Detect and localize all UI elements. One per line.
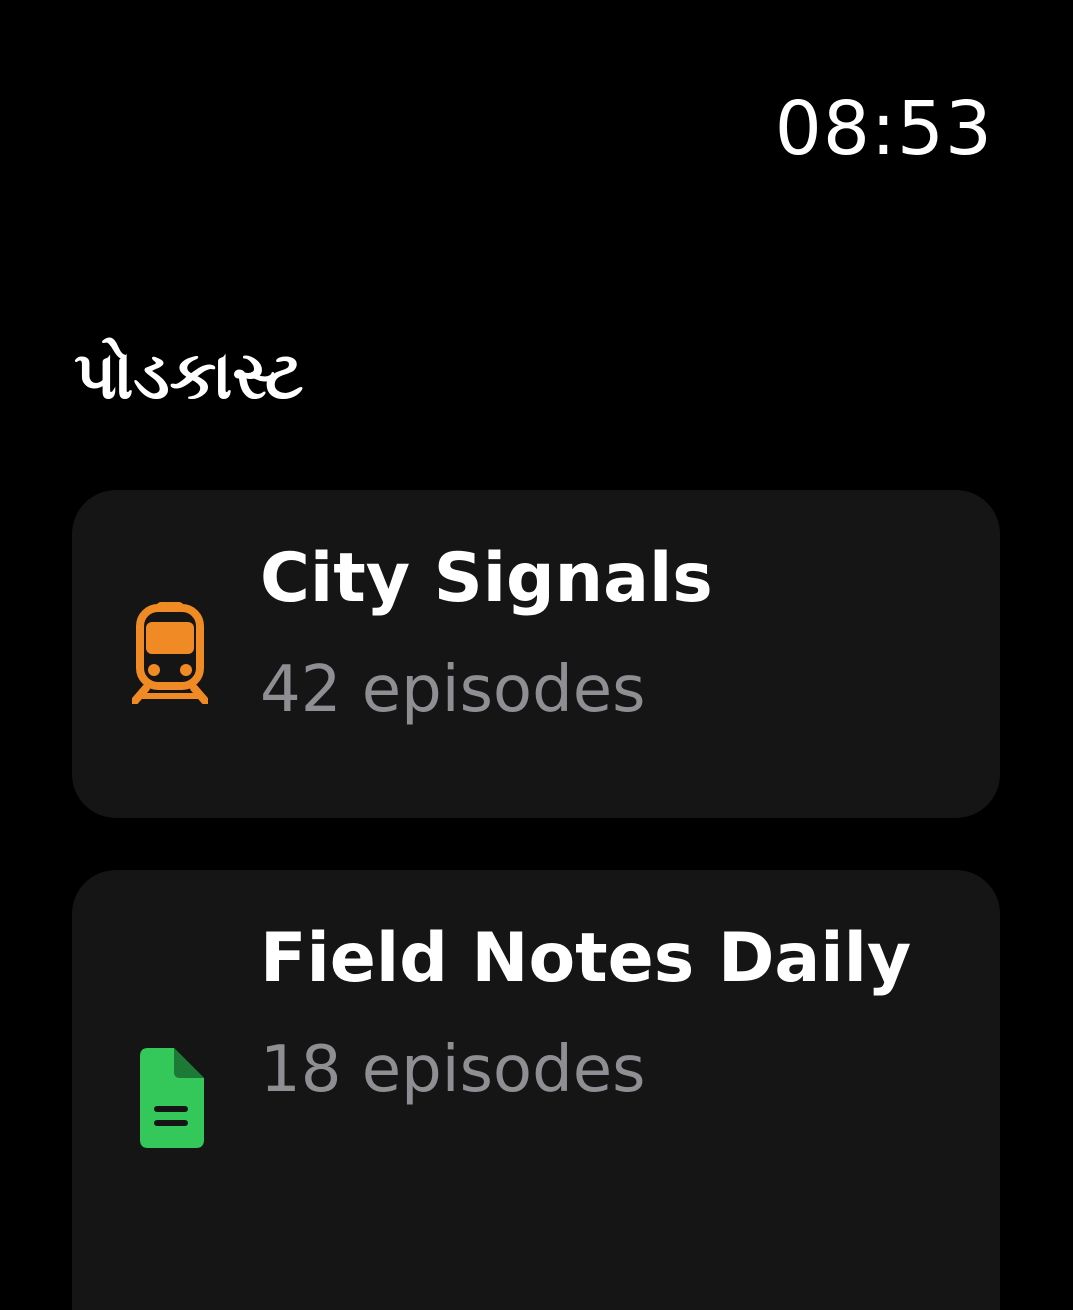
episode-count: 18 episodes [260,1033,646,1107]
episode-count: 42 episodes [260,653,646,727]
train-icon [130,600,210,706]
podcast-card[interactable]: Field Notes Daily 18 episodes [72,870,1000,1310]
podcast-title: Field Notes Daily [260,919,912,998]
podcast-title: City Signals [260,539,713,618]
page-title: પોડકાસ્ટ [74,337,304,414]
status-time: 08:53 [774,86,993,172]
document-icon [132,1046,208,1150]
podcast-card[interactable]: City Signals 42 episodes [72,490,1000,818]
